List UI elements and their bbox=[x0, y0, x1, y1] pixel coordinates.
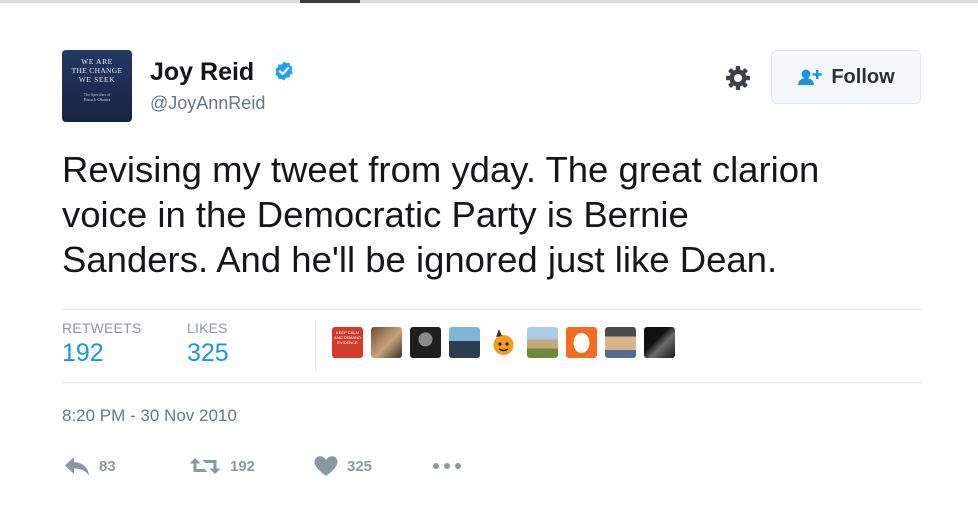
avatar-text-line: Barack Obama bbox=[83, 97, 111, 102]
gear-icon[interactable] bbox=[724, 64, 752, 92]
like-button[interactable]: 325 bbox=[313, 455, 372, 477]
window-top-border bbox=[0, 0, 978, 3]
divider bbox=[62, 382, 922, 383]
window-top-accent bbox=[300, 0, 360, 3]
retweet-count: 192 bbox=[230, 457, 256, 475]
author-name[interactable]: Joy Reid bbox=[150, 58, 254, 86]
retweet-icon bbox=[189, 458, 221, 474]
follow-button-label: Follow bbox=[831, 65, 895, 88]
follow-button[interactable]: Follow bbox=[771, 50, 921, 104]
reply-button[interactable]: 83 bbox=[63, 455, 116, 477]
like-count: 325 bbox=[347, 457, 373, 475]
heart-icon bbox=[314, 456, 338, 476]
retweets-label: RETWEETS bbox=[62, 320, 142, 336]
divider bbox=[62, 309, 922, 310]
add-user-icon bbox=[798, 69, 823, 85]
more-button[interactable] bbox=[432, 462, 462, 470]
person-avatar-6[interactable] bbox=[644, 327, 675, 358]
retweet-button[interactable]: 192 bbox=[188, 455, 255, 477]
egg-icon bbox=[573, 333, 590, 353]
stats-divider bbox=[315, 320, 316, 372]
orange-egg-avatar[interactable] bbox=[566, 327, 597, 358]
verified-badge-icon bbox=[275, 61, 293, 81]
avatar-text-line: WE SEEK bbox=[78, 75, 116, 84]
more-dots-icon bbox=[433, 463, 461, 469]
avatar-text-line: THE CHANGE bbox=[71, 66, 123, 75]
tweet-text-line: Sanders. And he'll be ignored just like … bbox=[62, 239, 778, 280]
likes-label: LIKES bbox=[187, 320, 228, 336]
retweets-count[interactable]: 192 bbox=[62, 339, 104, 368]
reply-icon bbox=[65, 457, 89, 476]
cartoon-avatar[interactable] bbox=[488, 327, 519, 358]
person-avatar-5[interactable] bbox=[605, 327, 636, 358]
tweet-text-line: Revising my tweet from yday. The great c… bbox=[62, 149, 820, 190]
author-avatar[interactable]: WE ARE THE CHANGE WE SEEK The Speeches o… bbox=[62, 50, 132, 122]
keep-calm-avatar-text: KEEP CALM AND DEMAND EVIDENCE bbox=[334, 330, 361, 345]
tweet-timestamp[interactable]: 8:20 PM - 30 Nov 2010 bbox=[62, 406, 237, 426]
keep-calm-avatar[interactable]: KEEP CALM AND DEMAND EVIDENCE bbox=[332, 327, 363, 358]
cartoon-face-icon bbox=[493, 329, 514, 355]
reply-count: 83 bbox=[99, 457, 116, 475]
liker-avatars: KEEP CALM AND DEMAND EVIDENCE bbox=[332, 327, 675, 367]
person-avatar-4[interactable] bbox=[527, 327, 558, 358]
tweet-text-line: voice in the Democratic Party is Bernie bbox=[62, 194, 689, 235]
person-avatar-2[interactable] bbox=[410, 327, 441, 358]
person-avatar-3[interactable] bbox=[449, 327, 480, 358]
likes-count[interactable]: 325 bbox=[187, 339, 229, 368]
tweet-text: Revising my tweet from yday. The great c… bbox=[62, 147, 932, 282]
person-avatar-1[interactable] bbox=[371, 327, 402, 358]
avatar-text-line: WE ARE bbox=[81, 57, 113, 66]
author-handle[interactable]: @JoyAnnReid bbox=[150, 92, 265, 114]
